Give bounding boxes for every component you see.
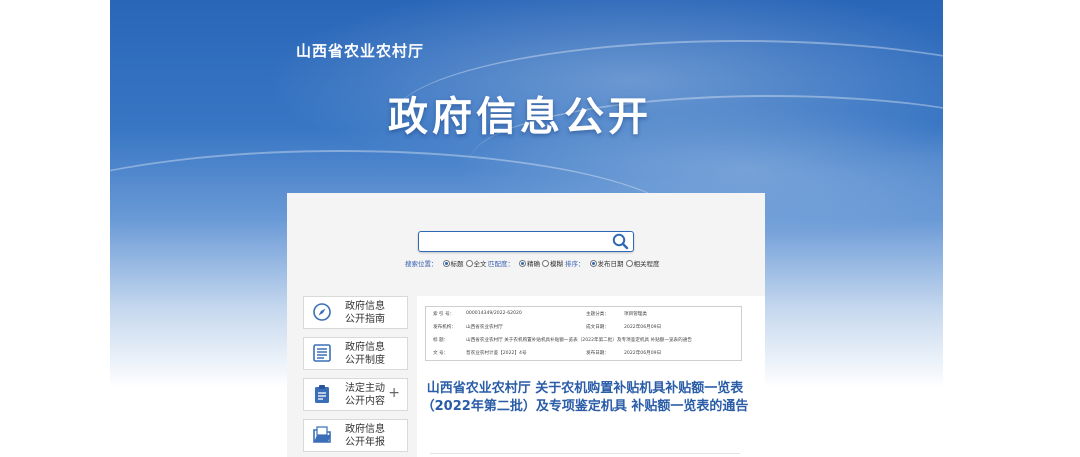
- search-box: [418, 231, 634, 252]
- info-row: 索 引 号： 000014349/2022-62020 主题分类： 项目管理类: [426, 307, 741, 320]
- info-row: 文 号： 晋农业农村计鉴【2022】4号 发布日期： 2022年06月09日: [426, 346, 741, 359]
- scope-fulltext-radio[interactable]: [465, 259, 473, 267]
- match-fuzzy-radio[interactable]: [542, 259, 549, 267]
- match-exact-radio[interactable]: [519, 259, 526, 267]
- sidebar-item-label: 政府信息 公开指南: [339, 300, 391, 326]
- search-match-options: 匹配度： 精确 模糊: [488, 258, 563, 268]
- sidebar-item-annual-report[interactable]: 政府信息 公开年报: [303, 419, 408, 452]
- label-line: 公开内容: [345, 396, 385, 407]
- created-date-value: 2022年06月09日: [624, 325, 662, 330]
- sort-date-radio[interactable]: [589, 259, 597, 267]
- doc-title-label: 标 题：: [433, 338, 449, 343]
- created-date-label: 成文日期：: [586, 325, 609, 330]
- label-line: 政府信息: [345, 301, 385, 312]
- site-name[interactable]: 山西省农业农村厅: [296, 40, 424, 61]
- sidebar-item-disclosure-guide[interactable]: 政府信息 公开指南: [303, 296, 408, 329]
- index-value: 000014349/2022-62020: [466, 311, 522, 316]
- label-line: 公开指南: [345, 314, 385, 325]
- info-row: 发布机构： 山西省农业农村厅 成文日期： 2022年06月09日: [426, 320, 741, 333]
- category-value: 项目管理类: [624, 312, 647, 317]
- divider: [430, 453, 740, 454]
- article-title: 山西省农业农村厅 关于农机购置补贴机具补贴额一览表（2022年第二批）及专项鉴定…: [421, 381, 749, 414]
- scope-fulltext-label: 全文: [473, 260, 487, 268]
- sort-relevance-radio[interactable]: [625, 259, 633, 267]
- search-button[interactable]: [609, 232, 631, 251]
- search-scope-label: 搜索位置：: [405, 260, 438, 268]
- label-line: 公开制度: [345, 355, 385, 366]
- label-line: 政府信息: [345, 342, 385, 353]
- sort-relevance-label: 相关程度: [633, 260, 660, 268]
- expand-plus-icon[interactable]: +: [388, 386, 400, 400]
- label-line: 政府信息: [345, 424, 385, 435]
- doc-title-value: 山西省农业农村厅 关于农机购置补贴机具补贴额一览表（2022年第二批）及专项鉴定…: [466, 338, 692, 343]
- match-fuzzy-label: 模糊: [550, 260, 563, 268]
- search-sort-label: 排序：: [565, 260, 585, 268]
- clipboard-icon: [315, 385, 329, 403]
- scope-title-radio[interactable]: [442, 259, 450, 267]
- document-list-icon: [313, 344, 331, 362]
- search-icon: [612, 233, 629, 250]
- sidebar-item-label: 法定主动 公开内容: [339, 382, 391, 408]
- search-match-label: 匹配度：: [488, 260, 514, 268]
- published-date-label: 发布日期：: [586, 351, 609, 356]
- search-scope-options: 搜索位置： 标题 全文: [405, 258, 487, 268]
- search-sort-options: 排序： 发布日期 相关程度: [565, 258, 660, 268]
- doc-number-value: 晋农业农村计鉴【2022】4号: [466, 351, 527, 356]
- compass-icon: [313, 303, 331, 321]
- doc-number-label: 文 号：: [433, 351, 449, 356]
- sort-date-label: 发布日期: [597, 260, 624, 268]
- page: 山西省农业农村厅 政府信息公开 搜索位置： 标题 全文 匹配度： 精确 模糊 排…: [0, 0, 1080, 457]
- publisher-label: 发布机构：: [433, 325, 456, 330]
- document-info-table: 索 引 号： 000014349/2022-62020 主题分类： 项目管理类 …: [425, 306, 742, 361]
- label-line: 公开年报: [345, 437, 385, 448]
- search-input[interactable]: [423, 233, 607, 250]
- label-line: 法定主动: [345, 383, 385, 394]
- sidebar-item-disclosure-rules[interactable]: 政府信息 公开制度: [303, 337, 408, 370]
- sidebar-item-label: 政府信息 公开制度: [339, 341, 391, 367]
- sidebar-item-label: 政府信息 公开年报: [339, 423, 391, 449]
- folder-icon: [313, 426, 331, 443]
- hero-title: 政府信息公开: [388, 94, 652, 140]
- match-exact-label: 精确: [527, 260, 540, 268]
- scope-title-label: 标题: [450, 260, 464, 268]
- publisher-value: 山西省农业农村厅: [466, 325, 503, 330]
- info-row: 标 题： 山西省农业农村厅 关于农机购置补贴机具补贴额一览表（2022年第二批）…: [426, 333, 741, 346]
- sidebar-item-statutory-content[interactable]: 法定主动 公开内容 +: [303, 378, 408, 411]
- index-label: 索 引 号：: [433, 312, 455, 317]
- published-date-value: 2022年06月09日: [624, 351, 662, 356]
- category-label: 主题分类：: [586, 312, 609, 317]
